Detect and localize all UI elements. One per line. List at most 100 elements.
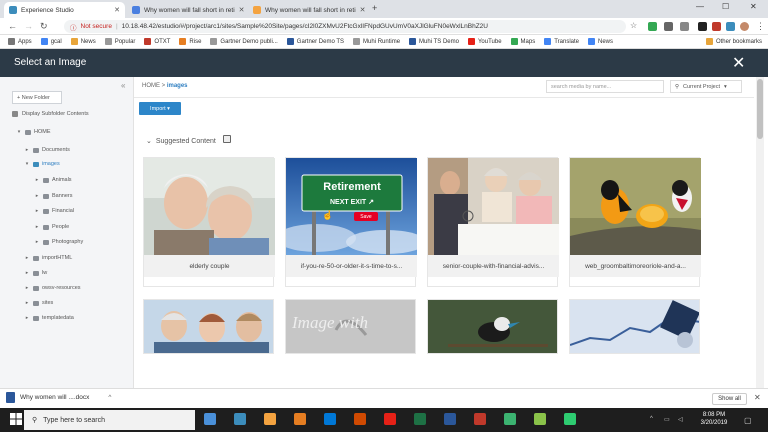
taskbar-app-icon[interactable]: [354, 413, 366, 425]
image-card[interactable]: web_groombaltimoreoriole-and-a...: [569, 157, 701, 287]
bookmark-item[interactable]: YouTube: [467, 38, 502, 45]
image-thumbnail[interactable]: [569, 299, 700, 354]
caret-right-icon[interactable]: ▸: [34, 224, 40, 230]
bookmark-item[interactable]: OTXT: [144, 38, 170, 45]
taskbar-app-icon[interactable]: [234, 413, 246, 425]
url-omnibox[interactable]: ⓘ Not secure | 10.18.48.42/estudio/#/pro…: [64, 20, 626, 33]
bookmark-item[interactable]: Muhi TS Demo: [409, 38, 459, 45]
scrollbar-thumb[interactable]: [757, 79, 763, 139]
extension-icon[interactable]: [664, 22, 673, 31]
taskbar-app-icon[interactable]: [324, 413, 336, 425]
window-close-button[interactable]: ✕: [750, 2, 757, 11]
maximize-button[interactable]: ☐: [722, 2, 729, 11]
caret-right-icon[interactable]: ▸: [34, 193, 40, 199]
tab-close-icon[interactable]: ✕: [239, 6, 245, 14]
checkbox-icon[interactable]: [12, 111, 18, 117]
tab-why-women-2[interactable]: Why women will fall short in reti ✕: [248, 2, 367, 18]
search-media-input[interactable]: search media by name...: [546, 80, 664, 93]
taskbar-app-icon[interactable]: [504, 413, 516, 425]
taskbar-app-icon[interactable]: [264, 413, 276, 425]
taskbar-app-icon[interactable]: [444, 413, 456, 425]
taskbar-search-input[interactable]: ⚲ Type here to search: [24, 410, 195, 430]
network-icon[interactable]: ▭: [664, 416, 670, 423]
tab-experience-studio[interactable]: Experience Studio ✕: [4, 2, 125, 18]
back-arrow-icon[interactable]: ←: [8, 21, 17, 31]
folder-tree-item[interactable]: ▸ sites: [24, 300, 54, 306]
caret-down-icon[interactable]: ▾: [16, 129, 22, 135]
bookmark-item[interactable]: Rise: [179, 38, 201, 45]
import-button[interactable]: Import ▾: [139, 102, 181, 115]
taskbar-app-icon[interactable]: [564, 413, 576, 425]
profile-avatar[interactable]: [740, 22, 749, 31]
folder-tree-item[interactable]: ▸ owsv-resources: [24, 285, 81, 291]
folder-tree-item[interactable]: ▸ Financial: [34, 208, 74, 214]
taskbar-app-icon[interactable]: [204, 413, 216, 425]
bookmark-item[interactable]: Other bookmarks: [705, 38, 762, 45]
image-card[interactable]: senior-couple-with-financial-advis...: [427, 157, 559, 287]
windows-start-icon[interactable]: [10, 413, 22, 425]
bookmark-item[interactable]: Translate: [544, 38, 579, 45]
image-card[interactable]: Retirement NEXT EXIT ↗ Save ☝ if-you-re-…: [285, 157, 417, 287]
folder-tree-item[interactable]: ▸ importHTML: [24, 255, 73, 261]
pinterest-save-button[interactable]: Save: [354, 212, 378, 221]
reload-icon[interactable]: ↻: [40, 21, 48, 32]
bookmark-item[interactable]: Popular: [104, 38, 135, 45]
downloads-close-icon[interactable]: ✕: [754, 393, 761, 402]
folder-tree-item[interactable]: ▸ Photography: [34, 239, 83, 245]
image-thumbnail[interactable]: [143, 299, 274, 354]
tray-chevron-icon[interactable]: ^: [650, 416, 653, 422]
bookmark-item[interactable]: News: [70, 38, 96, 45]
collapse-sidebar-icon[interactable]: «: [121, 81, 125, 90]
taskbar-app-icon[interactable]: [294, 413, 306, 425]
taskbar-clock[interactable]: 8:08 PM 3/20/2019: [694, 411, 734, 427]
bookmark-item[interactable]: Gartner Demo publi...: [210, 38, 278, 45]
caret-right-icon[interactable]: ▸: [24, 315, 30, 321]
folder-tree-item[interactable]: ▸ Animals: [34, 177, 72, 183]
show-all-button[interactable]: Show all: [712, 393, 747, 405]
bookmark-item[interactable]: News: [588, 38, 613, 45]
folder-tree-item[interactable]: ▾ HOME: [16, 129, 51, 135]
minimize-button[interactable]: —: [696, 2, 704, 11]
taskbar-app-icon[interactable]: [384, 413, 396, 425]
taskbar-app-icon[interactable]: [474, 413, 486, 425]
bookmark-item[interactable]: Muhi Runtime: [353, 38, 400, 45]
bookmark-item[interactable]: Maps: [510, 38, 535, 45]
image-card[interactable]: elderly couple: [143, 157, 275, 287]
suggested-content-header[interactable]: ⌄ Suggested Content: [146, 137, 216, 146]
tab-why-women-1[interactable]: Why women will fall short in reti ✕: [127, 2, 246, 18]
volume-icon[interactable]: ◁: [678, 416, 683, 423]
extension-icon[interactable]: [648, 22, 657, 31]
caret-right-icon[interactable]: ▸: [24, 147, 30, 153]
caret-right-icon[interactable]: ▸: [34, 177, 40, 183]
taskbar-app-icon[interactable]: [414, 413, 426, 425]
bookmark-item[interactable]: Apps: [8, 38, 32, 45]
folder-tree-item[interactable]: ▸ People: [34, 224, 69, 230]
project-scope-select[interactable]: ⚲ Current Project ▾: [670, 80, 742, 93]
display-subfolder-toggle[interactable]: Display Subfolder Contents: [12, 111, 89, 117]
caret-right-icon[interactable]: ▸: [24, 270, 30, 276]
breadcrumb-home[interactable]: HOME: [142, 83, 160, 89]
bookmark-star-icon[interactable]: ☆: [630, 21, 637, 30]
bookmark-item[interactable]: Gartner Demo TS: [286, 38, 344, 45]
download-item[interactable]: Why women will ....docx ^: [6, 392, 111, 403]
extension-icon[interactable]: [726, 22, 735, 31]
folder-tree-item[interactable]: ▾ images: [24, 161, 60, 167]
chevron-up-icon[interactable]: ^: [108, 394, 111, 401]
new-tab-button[interactable]: +: [372, 3, 377, 13]
scrollbar[interactable]: [756, 77, 764, 388]
new-folder-button[interactable]: + New Folder: [12, 91, 62, 104]
folder-tree-item[interactable]: ▸ lw: [24, 270, 47, 276]
extension-icon[interactable]: [698, 22, 707, 31]
bookmark-item[interactable]: gcal: [40, 38, 62, 45]
tab-close-icon[interactable]: ✕: [360, 6, 366, 14]
caret-right-icon[interactable]: ▸: [34, 239, 40, 245]
image-thumbnail[interactable]: [427, 299, 558, 354]
modal-close-icon[interactable]: ✕: [732, 53, 745, 73]
caret-right-icon[interactable]: ▸: [34, 208, 40, 214]
caret-right-icon[interactable]: ▸: [24, 285, 30, 291]
robot-icon[interactable]: [223, 135, 231, 143]
notification-icon[interactable]: ▢: [744, 416, 752, 425]
folder-tree-item[interactable]: ▸ Banners: [34, 193, 73, 199]
extension-icon[interactable]: [680, 22, 689, 31]
image-thumbnail[interactable]: Image with: [285, 299, 416, 354]
